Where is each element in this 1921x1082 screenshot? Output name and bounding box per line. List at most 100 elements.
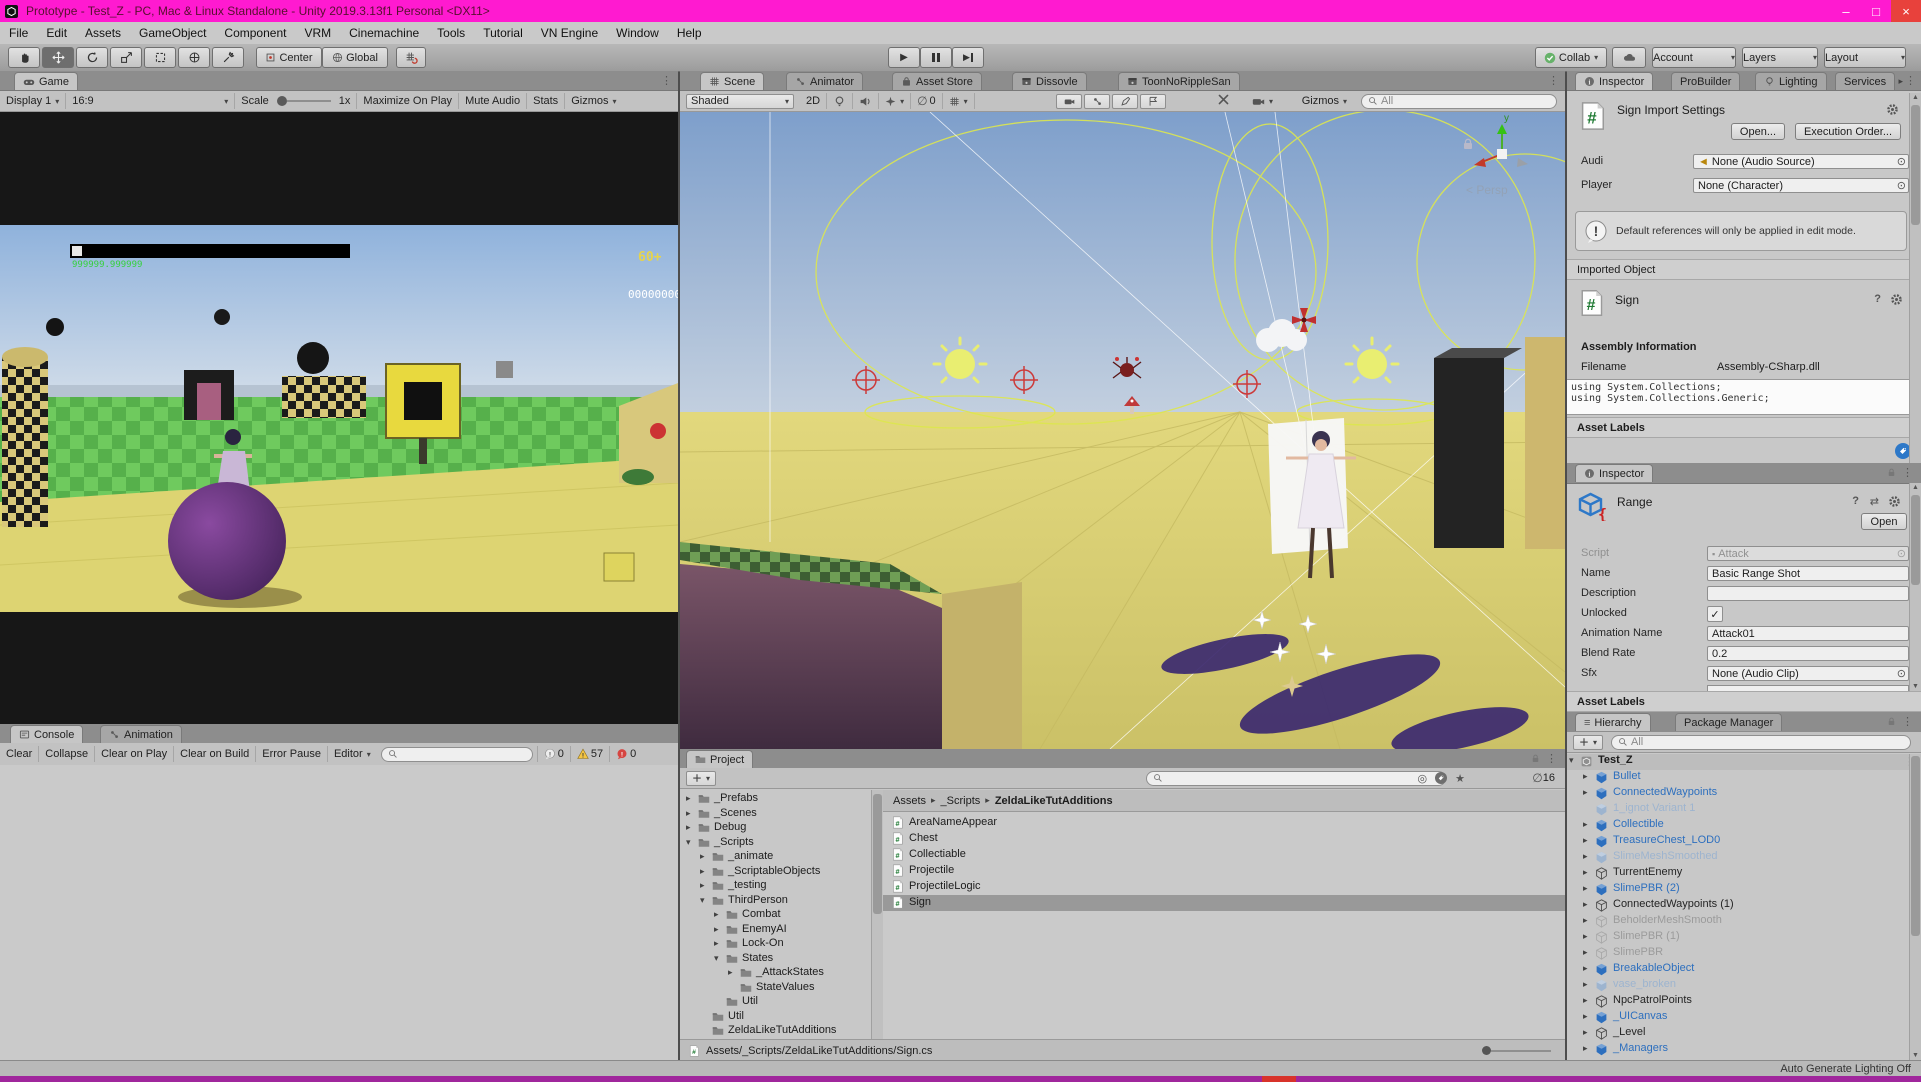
hierarchy-item[interactable]: ▸Collectible› — [1567, 818, 1921, 834]
stats-toggle[interactable]: Stats — [527, 93, 565, 109]
file-sign-selected[interactable]: Sign — [883, 895, 1565, 911]
2d-toggle[interactable]: 2D — [800, 93, 827, 109]
file-areanameappear[interactable]: AreaNameAppear — [883, 815, 1565, 831]
menu-tools[interactable]: Tools — [428, 22, 474, 44]
auto-generate-lighting-status[interactable]: Auto Generate Lighting Off — [1780, 1063, 1911, 1075]
animation-name-input[interactable]: Attack01 — [1707, 626, 1909, 641]
close-button[interactable]: × — [1891, 0, 1921, 22]
tab-console[interactable]: Console — [10, 725, 83, 743]
tab-animator[interactable]: Animator — [786, 72, 863, 90]
tab-package-manager[interactable]: Package Manager — [1675, 713, 1782, 731]
hierarchy-lock-icon[interactable] — [1886, 716, 1897, 727]
tab-probuilder[interactable]: ProBuilder — [1671, 72, 1740, 90]
import-gear-icon[interactable] — [1886, 103, 1899, 116]
hierarchy-item[interactable]: ▸_Level — [1567, 1026, 1921, 1042]
tab-asset-store[interactable]: Asset Store — [892, 72, 982, 90]
console-clear-button[interactable]: Clear — [0, 746, 39, 762]
menu-file[interactable]: File — [0, 22, 37, 44]
console-error-badge[interactable]: 0 — [610, 746, 642, 762]
hierarchy-item[interactable]: ▸Bullet› — [1567, 770, 1921, 786]
folder-zeldaliketutadditions[interactable]: ZeldaLikeTutAdditions▾ — [680, 1024, 882, 1039]
breadcrumb-scripts[interactable]: _Scripts — [941, 795, 981, 807]
player-picker-icon[interactable]: ⊙ — [1897, 179, 1906, 192]
folder-states[interactable]: ▾States — [680, 952, 882, 967]
folder-debug[interactable]: ▸Debug — [680, 821, 882, 836]
folder-util[interactable]: Util — [680, 1010, 882, 1025]
console-clear-on-build-toggle[interactable]: Clear on Build — [174, 746, 256, 762]
scene-tab-menu-icon[interactable]: ⋮ — [1548, 74, 1559, 87]
collab-button[interactable]: Collab▾ — [1535, 47, 1607, 68]
scale-tool-icon[interactable] — [110, 47, 142, 68]
favorites-star-icon[interactable]: ★ — [1455, 772, 1465, 785]
menu-vn-engine[interactable]: VN Engine — [532, 22, 607, 44]
tab-animation[interactable]: Animation — [100, 725, 182, 743]
sfx-object-field[interactable]: None (Audio Clip)⊙ — [1707, 666, 1909, 681]
scene-gizmos-dropdown[interactable]: Gizmos▾ — [1296, 93, 1353, 109]
move-tool-icon[interactable] — [42, 47, 74, 68]
console-search-input[interactable] — [381, 747, 533, 762]
search-by-type-icon[interactable]: ◎ — [1418, 772, 1428, 785]
hierarchy-item[interactable]: ▸BreakableObject› — [1567, 962, 1921, 978]
tab-lighting[interactable]: Lighting — [1755, 72, 1827, 90]
hierarchy-search-input[interactable]: All — [1611, 735, 1911, 750]
hidden-count-toggle[interactable]: ∅16 — [1532, 771, 1555, 785]
mute-audio-toggle[interactable]: Mute Audio — [459, 93, 527, 109]
minimize-button[interactable]: – — [1831, 0, 1861, 22]
console-info-badge[interactable]: 0 — [537, 746, 571, 762]
hierarchy-item[interactable]: ▸SlimePBR (2)› — [1567, 882, 1921, 898]
description-input[interactable] — [1707, 586, 1909, 601]
vrm-camera-button[interactable] — [1056, 94, 1082, 109]
project-search-input[interactable] — [1146, 771, 1446, 786]
console-clear-on-play-toggle[interactable]: Clear on Play — [95, 746, 174, 762]
hierarchy-item[interactable]: ▸SlimePBR (1) — [1567, 930, 1921, 946]
game-viewport[interactable]: 999999.999999 60+ 00000000 — [0, 112, 678, 724]
hierarchy-scrollbar[interactable]: ▼ — [1909, 754, 1921, 1060]
player-object-field[interactable]: None (Character)⊙ — [1693, 178, 1909, 193]
menu-assets[interactable]: Assets — [76, 22, 130, 44]
scale-slider[interactable]: Scale 1x — [235, 93, 356, 109]
tab-overflow-icon[interactable]: ▸ — [1898, 76, 1903, 87]
unlocked-checkbox[interactable]: ✓ — [1707, 606, 1723, 622]
hierarchy-item[interactable]: ▸_Managers› — [1567, 1042, 1921, 1058]
folder-testing[interactable]: ▸_testing — [680, 879, 882, 894]
pivot-toggle[interactable]: Center — [256, 47, 322, 68]
scene-audio-toggle[interactable] — [853, 93, 879, 109]
folder-scripts[interactable]: ▾_Scripts — [680, 836, 882, 851]
scene-camera-dropdown[interactable]: ▾ — [1252, 95, 1273, 108]
project-lock-icon[interactable] — [1530, 753, 1541, 764]
menu-edit[interactable]: Edit — [37, 22, 76, 44]
hierarchy-item[interactable]: ▸SlimeMeshSmoothed — [1567, 850, 1921, 866]
hierarchy-menu-icon[interactable]: ⋮ — [1902, 715, 1913, 728]
space-toggle[interactable]: Global — [322, 47, 388, 68]
file-chest[interactable]: Chest — [883, 831, 1565, 847]
menu-gameobject[interactable]: GameObject — [130, 22, 215, 44]
hierarchy-item[interactable]: ▸TurrentEnemy — [1567, 866, 1921, 882]
folder-enemyai[interactable]: ▸EnemyAI — [680, 923, 882, 938]
maximize-on-play-toggle[interactable]: Maximize On Play — [356, 93, 459, 109]
audi-object-field[interactable]: ◄None (Audio Source)⊙ — [1693, 154, 1909, 169]
game-tab-menu-icon[interactable]: ⋮ — [661, 74, 672, 87]
grid-snap-icon[interactable] — [396, 47, 426, 68]
name-input[interactable]: Basic Range Shot — [1707, 566, 1909, 581]
folder-attackstates[interactable]: ▸_AttackStates — [680, 966, 882, 981]
range-presets-icon[interactable]: ⇄ — [1870, 495, 1879, 508]
hierarchy-item[interactable]: ▸ConnectedWaypoints› — [1567, 786, 1921, 802]
tab-hierarchy[interactable]: ≡Hierarchy — [1575, 713, 1651, 731]
tab-services[interactable]: Services — [1835, 72, 1895, 90]
vrm-pen-button[interactable] — [1112, 94, 1138, 109]
folder-scenes[interactable]: ▸_Scenes — [680, 807, 882, 822]
play-button[interactable]: ▶ — [888, 47, 920, 68]
step-button[interactable]: ▶ — [952, 47, 984, 68]
hierarchy-create-button[interactable]: ▾ — [1573, 735, 1603, 750]
scene-lighting-toggle[interactable] — [827, 93, 853, 109]
hierarchy-item[interactable]: ▸BeholderMeshSmooth — [1567, 914, 1921, 930]
vrm-flag-button[interactable] — [1140, 94, 1166, 109]
scale-slider-knob[interactable] — [277, 96, 287, 106]
project-create-button[interactable]: ▾ — [686, 771, 716, 786]
scene-tools-icon[interactable] — [1217, 93, 1230, 109]
cloud-button[interactable] — [1612, 47, 1646, 68]
file-projectile[interactable]: Projectile — [883, 863, 1565, 879]
folder-combat[interactable]: ▸Combat — [680, 908, 882, 923]
custom-tool-icon[interactable] — [212, 47, 244, 68]
pause-button[interactable] — [920, 47, 952, 68]
